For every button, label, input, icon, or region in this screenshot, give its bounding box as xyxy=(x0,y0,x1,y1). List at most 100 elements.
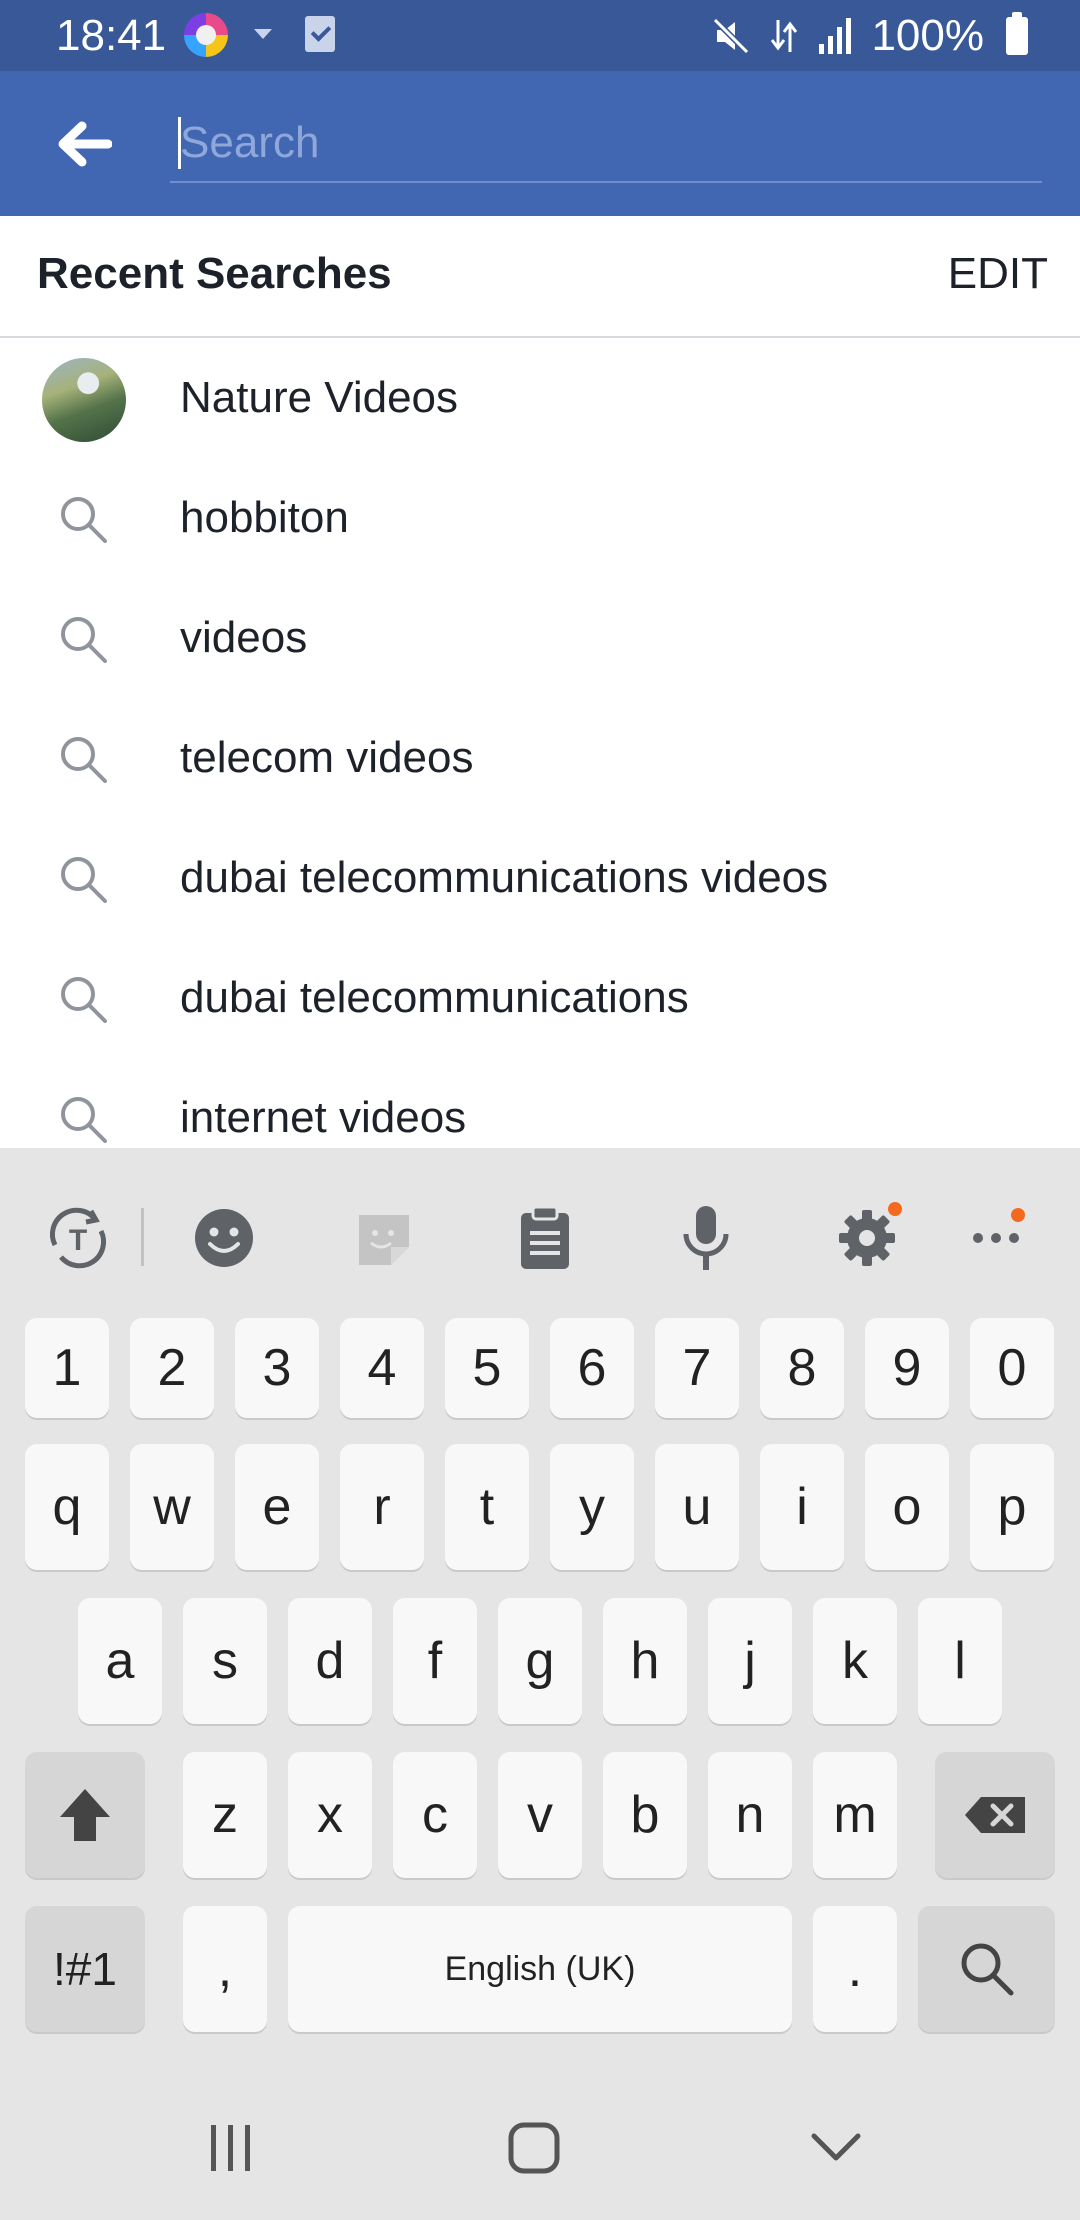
key-m[interactable]: m xyxy=(813,1752,897,1878)
list-item[interactable]: dubai telecommunications xyxy=(0,938,1080,1058)
recent-searches-header: Recent Searches EDIT xyxy=(0,216,1080,338)
key-l[interactable]: l xyxy=(918,1598,1002,1724)
key-u[interactable]: u xyxy=(655,1444,739,1570)
recent-apps-icon xyxy=(211,2125,250,2171)
key-7[interactable]: 7 xyxy=(655,1318,739,1418)
search-icon xyxy=(42,718,126,802)
list-item[interactable]: dubai telecommunications videos xyxy=(0,818,1080,938)
comma-key[interactable]: , xyxy=(183,1906,267,2032)
list-item[interactable]: telecom videos xyxy=(0,698,1080,818)
home-button[interactable] xyxy=(486,2108,582,2188)
list-item[interactable]: internet videos xyxy=(0,1058,1080,1148)
key-q[interactable]: q xyxy=(25,1444,109,1570)
key-n[interactable]: n xyxy=(708,1752,792,1878)
key-r[interactable]: r xyxy=(340,1444,424,1570)
list-item-label: internet videos xyxy=(180,1093,467,1142)
list-item-label: videos xyxy=(180,613,308,662)
list-item[interactable]: hobbiton xyxy=(0,458,1080,578)
key-f[interactable]: f xyxy=(393,1598,477,1724)
search-key[interactable] xyxy=(918,1906,1055,2032)
search-field[interactable] xyxy=(170,107,1052,183)
nature-thumbnail-image xyxy=(42,358,126,442)
key-9[interactable]: 9 xyxy=(865,1318,949,1418)
key-c[interactable]: c xyxy=(393,1752,477,1878)
recent-searches-list: Nature Videos hobbiton videos telecom vi… xyxy=(0,338,1080,1148)
key-p[interactable]: p xyxy=(970,1444,1054,1570)
backspace-icon xyxy=(965,1797,1025,1833)
sticker-icon[interactable] xyxy=(344,1198,424,1278)
clipboard-icon[interactable] xyxy=(505,1198,585,1278)
home-icon xyxy=(508,2122,560,2174)
key-v[interactable]: v xyxy=(498,1752,582,1878)
search-icon xyxy=(42,598,126,682)
backspace-key[interactable] xyxy=(935,1752,1055,1878)
key-x[interactable]: x xyxy=(288,1752,372,1878)
key-z[interactable]: z xyxy=(183,1752,267,1878)
key-b[interactable]: b xyxy=(603,1752,687,1878)
key-a[interactable]: a xyxy=(78,1598,162,1724)
search-input[interactable] xyxy=(170,107,1052,179)
search-icon xyxy=(42,958,126,1042)
emoji-icon[interactable] xyxy=(184,1198,264,1278)
key-s[interactable]: s xyxy=(183,1598,267,1724)
search-icon xyxy=(42,838,126,922)
status-icons: 100% xyxy=(711,10,1028,62)
recent-apps-button[interactable] xyxy=(183,2108,279,2188)
on-screen-keyboard: T 1 2 3 4 5 6 7 8 9 0 q w e r t y u i o … xyxy=(0,1148,1080,2074)
arrow-left-icon xyxy=(58,121,112,167)
key-5[interactable]: 5 xyxy=(445,1318,529,1418)
list-item[interactable]: videos xyxy=(0,578,1080,698)
edit-button[interactable]: EDIT xyxy=(948,249,1048,299)
translate-icon[interactable]: T xyxy=(38,1198,118,1278)
key-o[interactable]: o xyxy=(865,1444,949,1570)
space-key[interactable]: English (UK) xyxy=(288,1906,792,2032)
key-4[interactable]: 4 xyxy=(340,1318,424,1418)
toolbar-divider xyxy=(141,1208,144,1266)
search-icon xyxy=(42,478,126,562)
keyboard-toolbar: T xyxy=(0,1148,1080,1313)
key-2[interactable]: 2 xyxy=(130,1318,214,1418)
key-j[interactable]: j xyxy=(708,1598,792,1724)
period-key[interactable]: . xyxy=(813,1906,897,2032)
key-e[interactable]: e xyxy=(235,1444,319,1570)
shift-icon xyxy=(60,1789,110,1841)
key-d[interactable]: d xyxy=(288,1598,372,1724)
list-item[interactable]: Nature Videos xyxy=(0,338,1080,458)
key-0[interactable]: 0 xyxy=(970,1318,1054,1418)
back-button[interactable] xyxy=(48,111,120,177)
key-1[interactable]: 1 xyxy=(25,1318,109,1418)
key-i[interactable]: i xyxy=(760,1444,844,1570)
shift-key[interactable] xyxy=(25,1752,145,1878)
settings-icon[interactable] xyxy=(827,1198,907,1278)
key-w[interactable]: w xyxy=(130,1444,214,1570)
key-8[interactable]: 8 xyxy=(760,1318,844,1418)
list-item-label: Nature Videos xyxy=(180,373,459,422)
back-nav-button[interactable] xyxy=(788,2108,884,2188)
system-navigation-bar xyxy=(0,2074,1080,2220)
battery-icon xyxy=(1006,12,1028,55)
text-cursor xyxy=(178,117,181,169)
browser-app-icon xyxy=(184,13,228,57)
settings-notification-dot xyxy=(888,1202,902,1216)
key-6[interactable]: 6 xyxy=(550,1318,634,1418)
list-item-label: telecom videos xyxy=(180,733,474,782)
more-notification-dot xyxy=(1011,1208,1025,1222)
search-icon xyxy=(42,1078,126,1148)
key-g[interactable]: g xyxy=(498,1598,582,1724)
page-thumbnail xyxy=(42,358,126,442)
status-bar: 18:41 100% xyxy=(0,0,1080,71)
data-transfer-icon xyxy=(771,20,798,52)
microphone-icon[interactable] xyxy=(666,1198,746,1278)
key-3[interactable]: 3 xyxy=(235,1318,319,1418)
status-time: 18:41 xyxy=(56,11,167,60)
list-item-label: hobbiton xyxy=(180,493,349,542)
key-y[interactable]: y xyxy=(550,1444,634,1570)
key-k[interactable]: k xyxy=(813,1598,897,1724)
search-icon xyxy=(961,1943,1013,1996)
symbols-key[interactable]: !#1 xyxy=(25,1906,145,2032)
key-h[interactable]: h xyxy=(603,1598,687,1724)
more-icon[interactable] xyxy=(956,1198,1036,1278)
svg-text:T: T xyxy=(69,1224,87,1257)
mute-icon xyxy=(713,17,750,55)
key-t[interactable]: t xyxy=(445,1444,529,1570)
